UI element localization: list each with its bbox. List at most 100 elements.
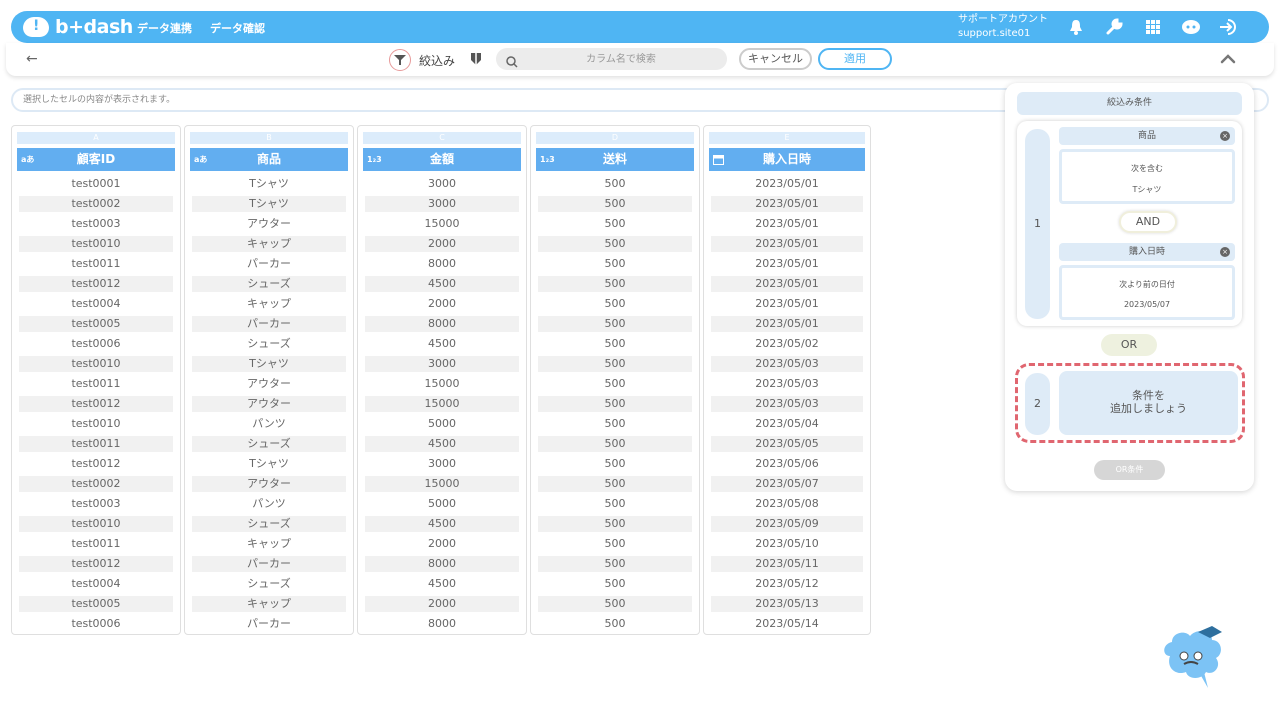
or-condition-button[interactable]: OR条件 [1094, 460, 1165, 480]
table-cell[interactable]: 500 [538, 254, 692, 274]
table-cell[interactable]: 500 [538, 474, 692, 494]
cancel-button[interactable]: キャンセル [739, 48, 812, 70]
table-cell[interactable]: シューズ [192, 274, 346, 294]
table-cell[interactable]: 500 [538, 574, 692, 594]
column-letter[interactable]: D [536, 132, 694, 144]
table-cell[interactable]: 15000 [365, 394, 519, 414]
table-cell[interactable]: 2023/05/03 [711, 394, 863, 414]
table-cell[interactable]: test0004 [19, 574, 173, 594]
table-cell[interactable]: test0011 [19, 374, 173, 394]
column-header[interactable]: 1₂3 送料 [536, 148, 694, 171]
table-cell[interactable]: test0010 [19, 234, 173, 254]
table-cell[interactable]: 500 [538, 354, 692, 374]
table-cell[interactable]: 2000 [365, 294, 519, 314]
column-header[interactable]: 購入日時 [709, 148, 865, 171]
table-cell[interactable]: test0002 [19, 194, 173, 214]
table-cell[interactable]: シューズ [192, 514, 346, 534]
table-cell[interactable]: 8000 [365, 314, 519, 334]
table-cell[interactable]: test0011 [19, 254, 173, 274]
table-cell[interactable]: 2023/05/09 [711, 514, 863, 534]
table-cell[interactable]: 4500 [365, 434, 519, 454]
table-cell[interactable]: test0012 [19, 554, 173, 574]
table-cell[interactable]: 500 [538, 334, 692, 354]
account-info[interactable]: サポートアカウント support.site01 [958, 13, 1048, 41]
table-cell[interactable]: Tシャツ [192, 194, 346, 214]
table-cell[interactable]: 2023/05/01 [711, 254, 863, 274]
table-cell[interactable]: パーカー [192, 614, 346, 634]
table-cell[interactable]: パーカー [192, 554, 346, 574]
table-cell[interactable]: test0012 [19, 274, 173, 294]
collapse-chevron-icon[interactable] [1220, 50, 1236, 69]
condition-detail[interactable]: 次より前の日付 2023/05/07 [1059, 265, 1235, 320]
table-cell[interactable]: Tシャツ [192, 454, 346, 474]
table-cell[interactable]: 2023/05/01 [711, 274, 863, 294]
table-cell[interactable]: 500 [538, 174, 692, 194]
table-cell[interactable]: 500 [538, 234, 692, 254]
mascot-helper-icon[interactable] [1160, 626, 1228, 696]
wrench-icon[interactable] [1104, 17, 1124, 37]
table-cell[interactable]: 2023/05/01 [711, 294, 863, 314]
column-header[interactable]: aあ 商品 [190, 148, 348, 171]
table-cell[interactable]: 2023/05/01 [711, 314, 863, 334]
table-cell[interactable]: 2023/05/03 [711, 374, 863, 394]
back-arrow-icon[interactable]: ← [26, 51, 38, 67]
table-cell[interactable]: test0005 [19, 594, 173, 614]
table-cell[interactable]: アウター [192, 214, 346, 234]
table-cell[interactable]: test0010 [19, 514, 173, 534]
remove-condition-icon[interactable]: × [1220, 247, 1230, 257]
table-cell[interactable]: キャップ [192, 534, 346, 554]
table-cell[interactable]: 2023/05/06 [711, 454, 863, 474]
table-cell[interactable]: test0010 [19, 414, 173, 434]
table-cell[interactable]: 4500 [365, 274, 519, 294]
table-cell[interactable]: 2023/05/12 [711, 574, 863, 594]
table-cell[interactable]: 500 [538, 394, 692, 414]
table-cell[interactable]: パンツ [192, 494, 346, 514]
table-cell[interactable]: シューズ [192, 334, 346, 354]
mascot-badge-icon[interactable] [1181, 17, 1201, 37]
table-cell[interactable]: アウター [192, 394, 346, 414]
table-cell[interactable]: 15000 [365, 374, 519, 394]
condition-column-header[interactable]: 購入日時 × [1059, 243, 1235, 261]
condition-column-header[interactable]: 商品 × [1059, 127, 1235, 145]
table-cell[interactable]: 500 [538, 434, 692, 454]
table-cell[interactable]: test0011 [19, 434, 173, 454]
table-cell[interactable]: 3000 [365, 454, 519, 474]
table-cell[interactable]: パーカー [192, 314, 346, 334]
table-cell[interactable]: 2023/05/10 [711, 534, 863, 554]
table-cell[interactable]: 4500 [365, 334, 519, 354]
table-cell[interactable]: test0011 [19, 534, 173, 554]
table-cell[interactable]: 2023/05/04 [711, 414, 863, 434]
bell-icon[interactable] [1066, 17, 1086, 37]
table-cell[interactable]: 4500 [365, 574, 519, 594]
column-header[interactable]: aあ 顧客ID [17, 148, 175, 171]
table-cell[interactable]: test0003 [19, 214, 173, 234]
table-cell[interactable]: 500 [538, 414, 692, 434]
table-cell[interactable]: 3000 [365, 354, 519, 374]
table-cell[interactable]: 2000 [365, 534, 519, 554]
column-letter[interactable]: E [709, 132, 865, 144]
column-letter[interactable]: C [363, 132, 521, 144]
table-cell[interactable]: シューズ [192, 434, 346, 454]
table-cell[interactable]: 2023/05/03 [711, 354, 863, 374]
table-cell[interactable]: test0012 [19, 394, 173, 414]
bookmark-shield-icon[interactable] [470, 51, 482, 70]
table-cell[interactable]: 500 [538, 214, 692, 234]
table-cell[interactable]: 500 [538, 514, 692, 534]
table-cell[interactable]: test0006 [19, 334, 173, 354]
table-cell[interactable]: 500 [538, 454, 692, 474]
nav-data-check[interactable]: データ確認 [210, 20, 265, 36]
column-letter[interactable]: A [17, 132, 175, 144]
table-cell[interactable]: test0002 [19, 474, 173, 494]
table-cell[interactable]: 15000 [365, 214, 519, 234]
table-cell[interactable]: 2023/05/01 [711, 194, 863, 214]
grid-icon[interactable] [1143, 17, 1163, 37]
table-cell[interactable]: 500 [538, 314, 692, 334]
table-cell[interactable]: 2000 [365, 594, 519, 614]
table-cell[interactable]: 500 [538, 374, 692, 394]
table-cell[interactable]: Tシャツ [192, 354, 346, 374]
column-search-input[interactable] [526, 48, 716, 70]
table-cell[interactable]: 5000 [365, 414, 519, 434]
table-cell[interactable]: 2023/05/13 [711, 594, 863, 614]
table-cell[interactable]: 8000 [365, 614, 519, 634]
table-cell[interactable]: 3000 [365, 174, 519, 194]
